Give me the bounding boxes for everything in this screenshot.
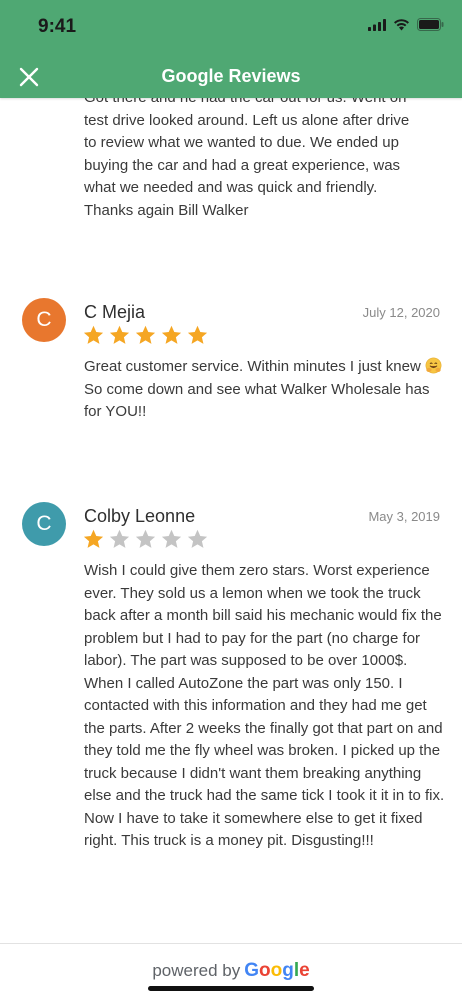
star-filled-icon [83, 529, 104, 548]
hugging-face-emoji-icon [425, 357, 442, 374]
star-filled-icon [83, 325, 104, 344]
review-text-continued: Got there and he had the car out for us.… [84, 98, 446, 222]
review-text: Wish I could give them zero stars. Worst… [84, 562, 445, 849]
star-filled-icon [187, 325, 208, 344]
status-time: 9:41 [38, 16, 77, 37]
cellular-signal-icon [368, 18, 386, 31]
wifi-icon [394, 19, 409, 31]
review-text-line: test drive looked around. Left us alone … [84, 111, 410, 129]
review-date: May 3, 2019 [368, 509, 440, 524]
google-logo: Google [244, 960, 310, 981]
review-item: C Colby Leonne May 3, 2019 Wish I could … [0, 502, 462, 922]
review-text: Great customer service. Within minutes I… [84, 356, 448, 424]
status-icons [368, 18, 444, 31]
star-filled-icon [109, 325, 130, 344]
footer: powered by Google [0, 943, 462, 1001]
avatar: C [22, 298, 66, 342]
star-filled-icon [135, 325, 156, 344]
avatar-initial: C [36, 512, 52, 535]
reviews-list[interactable]: Got there and he had the car out for us.… [0, 98, 462, 943]
review-date: July 12, 2020 [362, 305, 440, 320]
star-rating [82, 528, 209, 551]
star-empty-icon [109, 529, 130, 548]
star-empty-icon [161, 529, 182, 548]
review-author: C Mejia [84, 302, 146, 322]
review-item: C C Mejia July 12, 2020 Great customer s… [0, 298, 462, 438]
review-text-line: to review what we wanted to due. We ende… [84, 134, 399, 151]
review-text-part: Great customer service. Within minutes I… [84, 358, 421, 375]
review-text-part: So come down and see what Walker Wholesa… [84, 380, 430, 421]
avatar-initial: C [36, 308, 52, 331]
app-header: 9:41 Google Reviews [0, 0, 462, 98]
review-text-line: Thanks again Bill Walker [84, 201, 249, 219]
page-title: Google Reviews [161, 66, 301, 86]
star-empty-icon [187, 529, 208, 548]
review-author: Colby Leonne [84, 506, 196, 526]
review-text-line: what we needed and was quick and friendl… [84, 179, 378, 196]
review-text-line: buying the car and had a great experienc… [84, 156, 401, 174]
powered-by-label: powered by [152, 961, 241, 980]
star-filled-icon [161, 325, 182, 344]
review-text-line: Got there and he had the car out for us.… [84, 98, 446, 110]
home-indicator [148, 986, 314, 991]
battery-icon [417, 18, 444, 31]
star-rating [82, 324, 209, 347]
powered-by-google: powered by Google [0, 960, 462, 982]
star-empty-icon [135, 529, 156, 548]
avatar: C [22, 502, 66, 546]
